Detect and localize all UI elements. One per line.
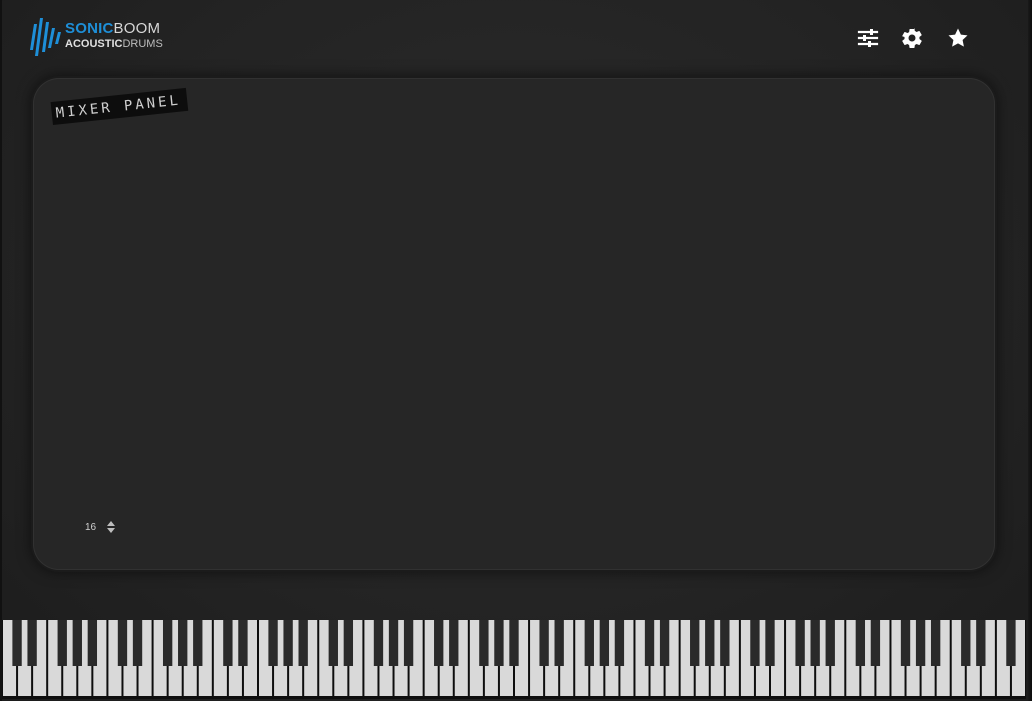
black-key[interactable]: [584, 620, 594, 666]
black-key[interactable]: [403, 620, 414, 666]
black-key[interactable]: [855, 620, 866, 666]
channel-count-control: 16: [85, 518, 116, 536]
black-key[interactable]: [268, 620, 278, 666]
black-key[interactable]: [599, 620, 610, 666]
black-key[interactable]: [479, 620, 489, 666]
brand-product: ACOUSTICDRUMS: [65, 38, 163, 50]
piano-keys[interactable]: [2, 620, 1026, 699]
black-key[interactable]: [132, 620, 143, 666]
black-key[interactable]: [976, 620, 986, 666]
black-key[interactable]: [795, 620, 805, 666]
black-key[interactable]: [178, 620, 188, 666]
black-key[interactable]: [494, 620, 504, 666]
black-key[interactable]: [72, 620, 82, 666]
black-key[interactable]: [690, 620, 700, 666]
black-key[interactable]: [223, 620, 233, 666]
black-key[interactable]: [117, 620, 128, 666]
soundwave-logo-icon: [30, 18, 61, 56]
gear-icon[interactable]: [900, 26, 924, 50]
black-key[interactable]: [283, 620, 293, 666]
piano-keyboard[interactable]: [2, 620, 1026, 699]
black-key[interactable]: [449, 620, 459, 666]
black-key[interactable]: [87, 620, 98, 666]
black-key[interactable]: [57, 620, 67, 666]
black-key[interactable]: [644, 620, 655, 666]
black-key[interactable]: [825, 620, 835, 666]
black-key[interactable]: [810, 620, 820, 666]
up-down-spinner-icon[interactable]: [106, 519, 116, 535]
black-key[interactable]: [961, 620, 971, 666]
black-key[interactable]: [298, 620, 308, 666]
black-key[interactable]: [509, 620, 519, 666]
black-key[interactable]: [1006, 620, 1016, 666]
black-key[interactable]: [614, 620, 625, 666]
black-key[interactable]: [705, 620, 715, 666]
channel-count-value: 16: [85, 521, 97, 533]
mixer-sliders-icon[interactable]: [856, 26, 880, 50]
black-key[interactable]: [720, 620, 730, 666]
black-key[interactable]: [765, 620, 775, 666]
brand-logo: SONICBOOM ACOUSTICDRUMS: [30, 12, 170, 58]
mixer-panel: MIXER PANEL 16: [33, 78, 995, 570]
black-key[interactable]: [900, 620, 911, 666]
brand-name: SONICBOOM: [65, 20, 161, 37]
black-key[interactable]: [388, 620, 399, 666]
black-key[interactable]: [554, 620, 564, 666]
black-key[interactable]: [870, 620, 881, 666]
black-key[interactable]: [328, 620, 338, 666]
black-key[interactable]: [27, 620, 37, 666]
black-key[interactable]: [238, 620, 248, 666]
black-key[interactable]: [539, 620, 549, 666]
black-key[interactable]: [162, 620, 173, 666]
plugin-window: SONICBOOM ACOUSTICDRUMS MIXER PANEL 16: [0, 0, 1032, 701]
black-key[interactable]: [750, 620, 760, 666]
mixer-panel-label: MIXER PANEL: [50, 87, 188, 125]
black-key[interactable]: [659, 620, 670, 666]
black-key[interactable]: [12, 620, 22, 666]
black-key[interactable]: [193, 620, 203, 666]
black-key[interactable]: [930, 620, 941, 666]
star-icon[interactable]: [946, 26, 970, 50]
black-key[interactable]: [915, 620, 926, 666]
black-key[interactable]: [343, 620, 354, 666]
black-key[interactable]: [373, 620, 384, 666]
black-key[interactable]: [434, 620, 444, 666]
